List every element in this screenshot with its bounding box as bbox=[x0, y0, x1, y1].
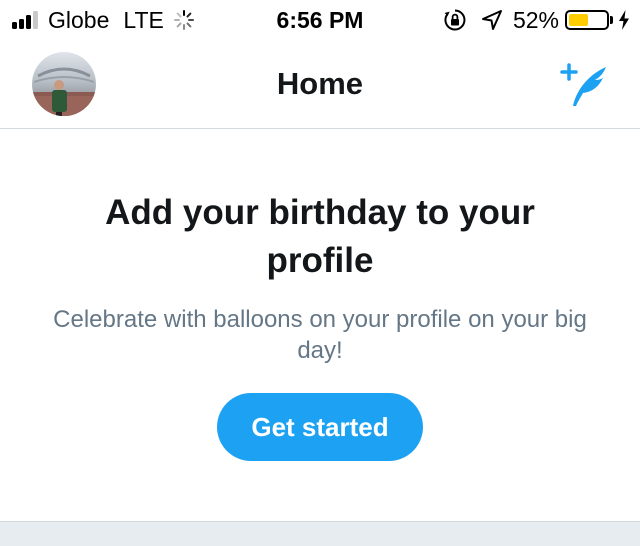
battery-icon bbox=[565, 10, 609, 30]
page-title: Home bbox=[276, 66, 364, 101]
prompt-description: Celebrate with balloons on your profile … bbox=[53, 306, 587, 364]
orientation-lock-icon bbox=[444, 9, 466, 31]
profile-avatar[interactable] bbox=[32, 52, 96, 116]
status-bar: Globe LTE 6:56 PM 52% bbox=[0, 0, 640, 40]
birthday-prompt-card: Add your birthday to your profile Celebr… bbox=[0, 129, 640, 521]
battery-cap bbox=[610, 16, 613, 24]
location-arrow-icon bbox=[481, 10, 502, 30]
get-started-button[interactable]: Get started bbox=[217, 393, 423, 461]
app-screen: Globe LTE 6:56 PM 52% Home Add your birt… bbox=[0, 0, 640, 546]
charging-bolt-icon bbox=[619, 10, 629, 30]
prompt-title: Add your birthday to your profile bbox=[105, 193, 535, 280]
battery-level-fill bbox=[569, 14, 588, 26]
section-divider bbox=[0, 521, 640, 546]
battery-percent: 52% bbox=[512, 7, 559, 33]
avatar-image bbox=[32, 52, 96, 116]
compose-tweet-icon[interactable] bbox=[560, 62, 612, 108]
nav-bar: Home bbox=[0, 40, 640, 129]
status-bar-right: 52% bbox=[443, 7, 630, 33]
